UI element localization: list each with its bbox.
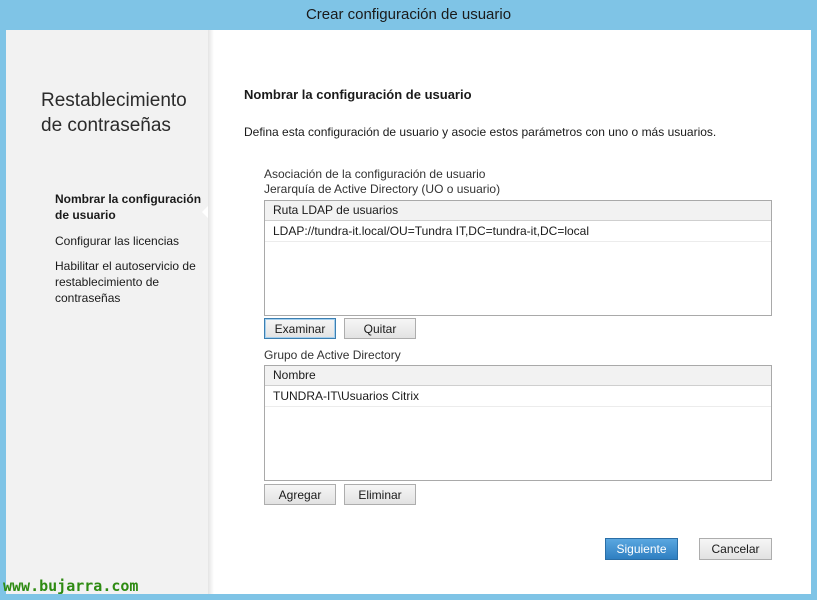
browse-button[interactable]: Examinar [264, 318, 336, 339]
window-title: Crear configuración de usuario [0, 0, 817, 30]
page-title: Nombrar la configuración de usuario [244, 87, 472, 102]
group-list-header[interactable]: Nombre [265, 366, 771, 386]
sidebar-item-name-config[interactable]: Nombrar la configuración de usuario [55, 191, 205, 223]
hierarchy-label: Jerarquía de Active Directory (UO o usua… [264, 182, 501, 196]
sidebar: Restablecimiento de contraseñas Nombrar … [6, 30, 209, 594]
sidebar-item-licenses[interactable]: Configurar las licencias [55, 233, 205, 249]
ldap-path-list[interactable]: Ruta LDAP de usuarios LDAP://tundra-it.l… [264, 200, 772, 316]
ad-group-label: Grupo de Active Directory [264, 348, 401, 362]
association-label: Asociación de la configuración de usuari… [264, 167, 486, 181]
add-button[interactable]: Agregar [264, 484, 336, 505]
remove-button[interactable]: Quitar [344, 318, 416, 339]
sidebar-title: Restablecimiento de contraseñas [41, 90, 187, 136]
ad-group-list[interactable]: Nombre TUNDRA-IT\Usuarios Citrix [264, 365, 772, 481]
next-button[interactable]: Siguiente [605, 538, 678, 560]
page-description: Defina esta configuración de usuario y a… [244, 125, 717, 139]
list-item[interactable]: TUNDRA-IT\Usuarios Citrix [265, 386, 771, 407]
list-item[interactable]: LDAP://tundra-it.local/OU=Tundra IT,DC=t… [265, 221, 771, 242]
content-divider [208, 30, 214, 594]
cancel-button[interactable]: Cancelar [699, 538, 772, 560]
dialog-window: Restablecimiento de contraseñas Nombrar … [6, 30, 811, 594]
delete-button[interactable]: Eliminar [344, 484, 416, 505]
ldap-list-header[interactable]: Ruta LDAP de usuarios [265, 201, 771, 221]
watermark: www.bujarra.com [3, 577, 139, 595]
sidebar-item-self-service[interactable]: Habilitar el autoservicio de restablecim… [55, 258, 205, 306]
